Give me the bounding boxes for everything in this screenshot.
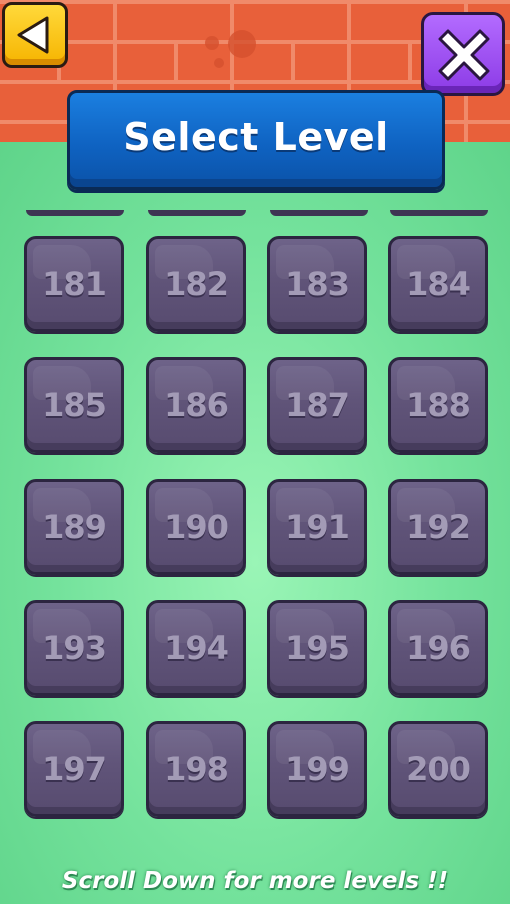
level-button[interactable]: 197 [24, 721, 124, 817]
level-button[interactable]: 200 [388, 721, 488, 817]
level-number: 192 [406, 508, 471, 546]
level-number: 181 [42, 265, 107, 303]
level-button[interactable]: 181 [24, 236, 124, 332]
level-button[interactable]: 198 [146, 721, 246, 817]
level-number: 183 [285, 265, 350, 303]
level-button[interactable]: 185 [24, 357, 124, 453]
level-number: 199 [285, 750, 350, 788]
level-button[interactable]: 189 [24, 479, 124, 575]
scroll-hint: Scroll Down for more levels !! [61, 868, 449, 894]
level-number: 190 [164, 508, 229, 546]
level-grid: 181 182 183 184 185 186 187 188 189 190 … [0, 0, 510, 904]
level-number: 185 [42, 386, 107, 424]
level-number: 196 [406, 629, 471, 667]
level-button[interactable]: 191 [267, 479, 367, 575]
level-button[interactable]: 192 [388, 479, 488, 575]
level-number: 187 [285, 386, 350, 424]
level-number: 186 [164, 386, 229, 424]
level-number: 195 [285, 629, 350, 667]
level-number: 193 [42, 629, 107, 667]
level-button[interactable]: 182 [146, 236, 246, 332]
level-button[interactable]: 194 [146, 600, 246, 696]
level-number: 197 [42, 750, 107, 788]
level-button[interactable]: 193 [24, 600, 124, 696]
level-number: 200 [406, 750, 471, 788]
level-button[interactable]: 195 [267, 600, 367, 696]
level-button[interactable]: 190 [146, 479, 246, 575]
level-button[interactable]: 188 [388, 357, 488, 453]
level-number: 184 [406, 265, 471, 303]
level-button[interactable]: 199 [267, 721, 367, 817]
level-number: 189 [42, 508, 107, 546]
level-number: 191 [285, 508, 350, 546]
level-button[interactable]: 187 [267, 357, 367, 453]
level-button[interactable]: 183 [267, 236, 367, 332]
level-number: 182 [164, 265, 229, 303]
level-button[interactable]: 186 [146, 357, 246, 453]
level-number: 188 [406, 386, 471, 424]
level-button[interactable]: 196 [388, 600, 488, 696]
level-number: 198 [164, 750, 229, 788]
level-number: 194 [164, 629, 229, 667]
level-button[interactable]: 184 [388, 236, 488, 332]
